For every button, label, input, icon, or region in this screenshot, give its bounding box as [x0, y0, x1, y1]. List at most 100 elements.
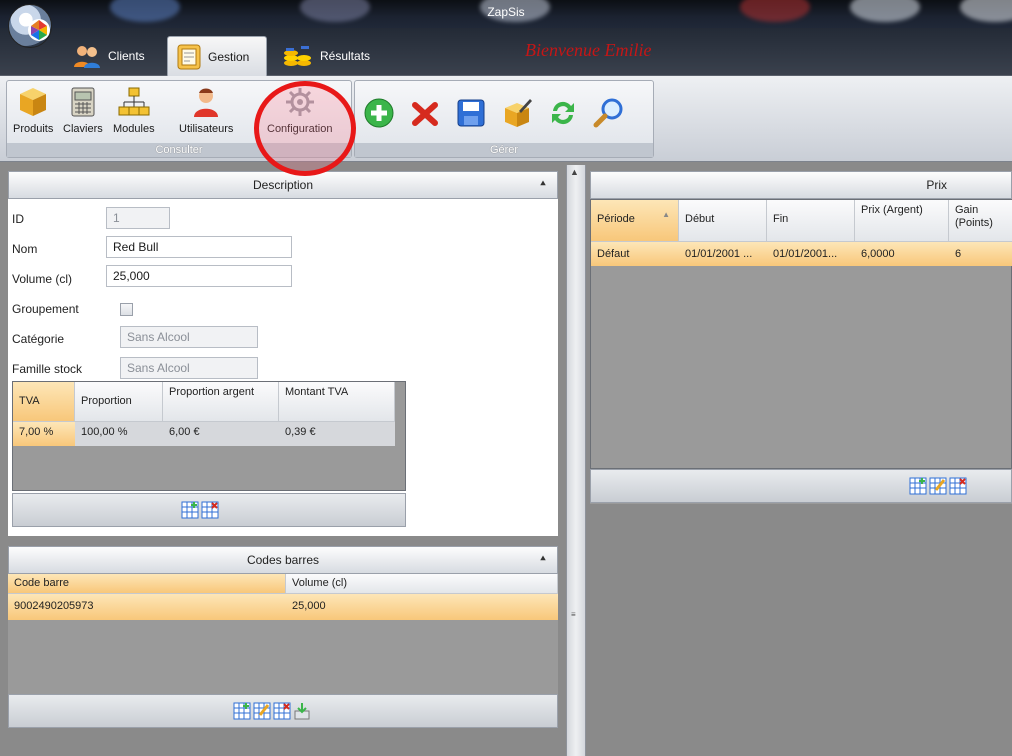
- prix-header-periode-label: Période: [597, 213, 635, 225]
- window-title: ZapSis: [487, 5, 525, 19]
- search-button[interactable]: [591, 95, 627, 131]
- tab-resultats[interactable]: Résultats: [274, 36, 378, 76]
- product-box-icon: [20, 88, 47, 116]
- tab-gestion-label: Gestion: [208, 49, 250, 64]
- edit-product-button[interactable]: [499, 95, 535, 131]
- delete-row-icon[interactable]: [273, 702, 291, 720]
- modules-tree-icon: [118, 87, 150, 116]
- barcode-volume-cell: 25,000: [292, 600, 326, 612]
- tva-cell: 7,00 %: [13, 422, 75, 446]
- refresh-button[interactable]: [545, 95, 581, 131]
- ribbon: Produits Claviers Modules Utilisateurs C…: [0, 76, 1012, 162]
- splitter-grip-icon[interactable]: ≡: [571, 611, 576, 619]
- barcode-header-volume[interactable]: Volume (cl): [286, 574, 558, 594]
- nom-field[interactable]: Red Bull: [106, 236, 292, 258]
- ribbon-group-gerer: Gérer: [354, 80, 654, 158]
- barcodes-toolbar: [8, 694, 558, 728]
- collapse-icon[interactable]: ⯅: [539, 172, 547, 198]
- fin-cell: 01/01/2001...: [773, 248, 838, 260]
- add-button[interactable]: [361, 95, 397, 131]
- keyboard-icon: [71, 87, 95, 117]
- delete-row-icon[interactable]: [949, 477, 967, 495]
- delete-button[interactable]: [407, 95, 443, 131]
- prix-cell: 6,0000: [861, 248, 895, 260]
- debut-cell: 01/01/2001 ...: [685, 248, 753, 260]
- id-field[interactable]: 1: [106, 207, 170, 229]
- prix-header-fin[interactable]: Fin: [767, 200, 855, 242]
- modules-button[interactable]: Modules: [113, 85, 155, 135]
- claviers-label: Claviers: [63, 123, 103, 135]
- tva-header-proportion[interactable]: Proportion: [75, 382, 163, 422]
- prix-header-debut[interactable]: Début: [679, 200, 767, 242]
- claviers-button[interactable]: Claviers: [63, 85, 103, 135]
- clients-icon: [74, 46, 100, 68]
- gain-cell: 6: [955, 248, 962, 260]
- prix-header-gain[interactable]: Gain (Points): [949, 200, 1012, 242]
- prix-header-periode[interactable]: Période ▲: [591, 200, 679, 242]
- tva-header-proportion-argent[interactable]: Proportion argent: [163, 382, 279, 422]
- table-row[interactable]: 7,00 % 100,00 % 6,00 € 0,39 €: [13, 422, 395, 446]
- tva-grid: TVA Proportion Proportion argent Montant…: [12, 381, 406, 491]
- save-icon: [457, 99, 485, 127]
- barcodes-title: Codes barres: [246, 553, 320, 567]
- prix-header[interactable]: Prix: [590, 171, 1012, 199]
- add-icon: [364, 98, 394, 128]
- prix-grid: Période ▲ Début Fin Prix (Argent) Gain (…: [590, 199, 1012, 469]
- tva-header-montant[interactable]: Montant TVA: [279, 382, 395, 422]
- configuration-button[interactable]: Configuration: [267, 85, 332, 135]
- barcodes-panel: Codes barres ⯅ Code barre Volume (cl) 90…: [8, 546, 558, 728]
- consulter-group-label: Consulter: [7, 143, 351, 157]
- prix-toolbar: [590, 469, 1012, 503]
- user-icon: [194, 88, 219, 117]
- famille-stock-label: Famille stock: [12, 362, 83, 376]
- table-row[interactable]: 9002490205973 25,000: [8, 594, 558, 620]
- utilisateurs-button[interactable]: Utilisateurs: [179, 85, 233, 135]
- categorie-field[interactable]: Sans Alcool: [120, 326, 258, 348]
- barcode-header-code[interactable]: Code barre: [8, 574, 286, 594]
- delete-row-icon[interactable]: [201, 501, 219, 519]
- volume-field[interactable]: 25,000: [106, 265, 292, 287]
- categorie-label: Catégorie: [12, 332, 65, 346]
- table-row[interactable]: Défaut 01/01/2001 ... 01/01/2001... 6,00…: [591, 242, 1012, 266]
- proportion-cell: 100,00 %: [81, 426, 128, 438]
- ribbon-tab-strip: Clients Gestion Résultats: [0, 28, 1012, 76]
- configuration-label: Configuration: [267, 123, 333, 135]
- tva-grid-toolbar: [12, 493, 406, 527]
- gerer-group-label: Gérer: [355, 143, 653, 157]
- tab-gestion[interactable]: Gestion: [167, 36, 267, 76]
- edit-box-icon: [505, 99, 532, 127]
- periode-cell: Défaut: [597, 248, 630, 260]
- welcome-message: Bienvenue Emilie: [525, 40, 652, 60]
- title-bar: ZapSis: [0, 0, 1012, 28]
- groupement-label: Groupement: [12, 302, 79, 316]
- edit-row-icon[interactable]: [253, 702, 271, 720]
- famille-stock-field[interactable]: Sans Alcool: [120, 357, 258, 379]
- save-button[interactable]: [453, 95, 489, 131]
- import-icon[interactable]: [293, 702, 311, 720]
- refresh-icon: [552, 101, 574, 125]
- tab-resultats-label: Résultats: [320, 49, 371, 63]
- prix-header-prix[interactable]: Prix (Argent): [855, 200, 949, 242]
- add-row-icon[interactable]: [909, 477, 927, 495]
- modules-label: Modules: [113, 123, 155, 135]
- gear-icon: [285, 88, 314, 116]
- groupement-checkbox[interactable]: [120, 303, 133, 316]
- app-menu-button[interactable]: [8, 4, 52, 48]
- app-logo-icon: [28, 19, 50, 41]
- prix-title: Prix: [926, 178, 947, 192]
- id-label: ID: [12, 212, 24, 226]
- edit-row-icon[interactable]: [929, 477, 947, 495]
- scroll-up-icon[interactable]: ▲: [570, 167, 579, 177]
- description-title: Description: [252, 178, 314, 192]
- description-header[interactable]: Description ⯅: [8, 171, 558, 199]
- add-row-icon[interactable]: [233, 702, 251, 720]
- tva-header-tva[interactable]: TVA: [13, 382, 75, 422]
- volume-label: Volume (cl): [12, 272, 73, 286]
- collapse-icon[interactable]: ⯅: [539, 547, 547, 573]
- produits-button[interactable]: Produits: [13, 85, 53, 135]
- add-row-icon[interactable]: [181, 501, 199, 519]
- tab-clients[interactable]: Clients: [64, 36, 153, 76]
- barcodes-header[interactable]: Codes barres ⯅: [8, 546, 558, 574]
- panel-splitter[interactable]: ▲ ≡: [566, 165, 586, 756]
- sort-asc-icon: ▲: [662, 210, 670, 219]
